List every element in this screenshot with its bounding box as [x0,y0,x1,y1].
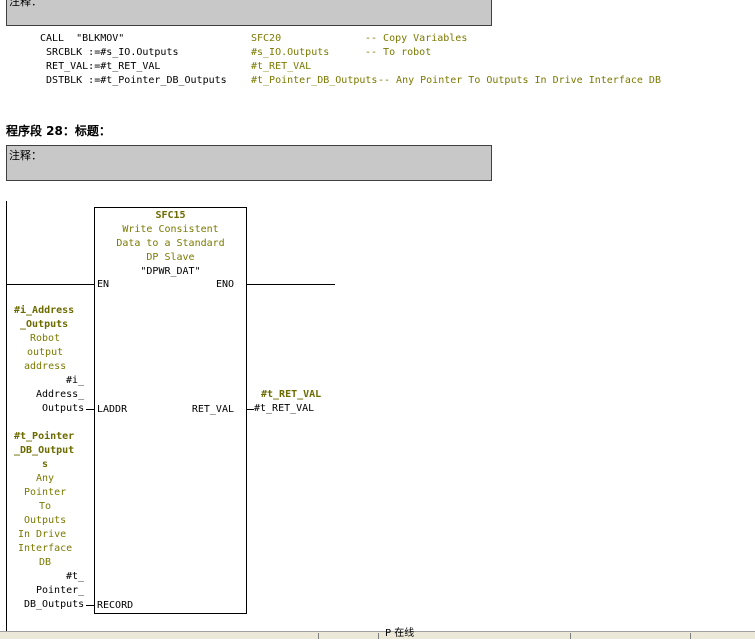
pin-record[interactable]: RECORD [97,599,133,613]
param-comment-line: Robot [30,333,61,344]
status-pane [690,633,755,639]
fb-desc-line: DP Slave [146,252,195,263]
fb-desc-line: Write Consistent [122,224,219,235]
power-rail [6,201,7,631]
retval-wire [246,409,254,410]
param-operand-line[interactable]: #t_ [66,570,84,584]
status-pane [570,633,689,639]
param-comment-line: Interface [18,543,73,554]
retval-line-symbol: #t_RET_VAL [251,61,312,72]
dstblk-line-code: DSTBLK :=#t_Pointer_DB_Outputs [34,75,227,86]
param-comment-line: Any [36,473,55,484]
record-wire [86,605,94,606]
pin-laddr[interactable]: LADDR [97,403,127,417]
param-operand-line[interactable]: Pointer_ [36,584,84,598]
fb-quoted-name: "DPWR_DAT" [140,266,201,277]
pin-en[interactable]: EN [97,278,109,292]
laddr-wire [86,409,94,410]
srcblk-line-comment: -- To robot [365,47,432,58]
sfc15-function-block[interactable]: SFC15 Write Consistent Data to a Standar… [94,207,247,614]
param-comment-line: address [24,361,67,372]
pin-eno[interactable]: ENO [216,278,234,292]
network-comment-box[interactable]: 注释： [6,145,492,181]
dstblk-line-comment: -- Any Pointer To Outputs In Drive Inter… [378,75,661,86]
srcblk-line-symbol: #s_IO.Outputs [251,47,330,58]
status-text: P 在线 [385,628,415,639]
param-symbol-line: _Outputs [20,319,69,330]
en-wire [6,284,94,285]
param-operand-line[interactable]: #i_ [66,374,84,388]
param-comment-line: In Drive [18,529,67,540]
param-operand-line[interactable]: Outputs [42,402,84,416]
srcblk-line-code: SRCBLK :=#s_IO.Outputs [34,47,179,58]
fb-desc-line: Data to a Standard [116,238,225,249]
status-pane [318,633,377,639]
param-comment-line: DB [39,557,52,568]
pin-ret-val[interactable]: RET_VAL [192,403,234,417]
param-symbol-line: #t_Pointer [14,431,75,442]
param-comment-line: Pointer [24,487,67,498]
param-symbol-line: #t_RET_VAL [261,389,322,400]
eno-wire [246,284,335,285]
param-symbol-line: _DB_Output [14,445,75,456]
network-title[interactable]: 程序段 28：标题： [6,122,111,139]
dstblk-line-symbol: #t_Pointer_DB_Outputs [251,75,378,86]
call-line-code: CALL "BLKMOV" [40,33,125,44]
call-line-symbol: SFC20 [251,33,282,44]
param-operand-line[interactable]: #t_RET_VAL [254,402,314,416]
status-pane: P 在线 [378,628,569,639]
param-operand-line[interactable]: Address_ [36,388,84,402]
retval-line-code: RET_VAL:=#t_RET_VAL [34,61,161,72]
fb-name: SFC15 [155,210,186,221]
call-line-comment: -- Copy Variables [365,33,468,44]
param-comment-line: To [39,501,52,512]
prev-network-comment-box[interactable]: 注释： [6,0,492,26]
param-symbol-line: #i_Address [14,305,75,316]
comment-label: 注释： [9,149,42,162]
comment-label: 注释： [9,0,42,8]
param-operand-line[interactable]: DB_Outputs [24,598,84,612]
param-comment-line: output [27,347,64,358]
param-symbol-line: s [42,459,49,470]
param-comment-line: Outputs [24,515,67,526]
